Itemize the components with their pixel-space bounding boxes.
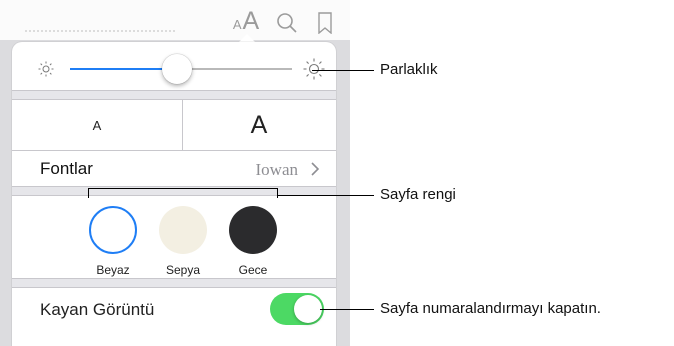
brightness-callout: Parlaklık [380,61,438,78]
search-icon[interactable] [274,6,300,34]
page-color-bracket-left [88,188,89,198]
brightness-slider-thumb[interactable] [161,54,192,84]
font-size-large-glyph: A [242,7,260,35]
page-text-hint [25,30,175,38]
theme-white-label: Beyaz [96,263,130,277]
font-size-small-glyph: A [232,17,242,32]
scrolling-view-toggle[interactable] [270,293,324,325]
chevron-right-icon [310,162,320,176]
brightness-slider-fill [70,68,177,70]
brightness-callout-line [312,70,374,71]
increase-font-button[interactable]: A [182,100,336,150]
scrolling-view-label: Kayan Görüntü [40,300,155,319]
bookmark-icon[interactable] [314,6,336,34]
font-size-icon[interactable]: A A [228,6,264,34]
section-divider [12,278,336,288]
appearance-popover: A A Fontlar Iowan Beyaz Sepya Gece Kayan… [12,42,336,346]
sun-large-icon [303,58,325,80]
theme-sepia-label: Sepya [165,263,201,277]
theme-sepia-button[interactable] [159,206,207,254]
toggle-callout: Sayfa numaralandırmayı kapatın. [380,300,601,317]
toggle-knob [294,295,322,323]
fonts-value: Iowan [255,160,298,179]
theme-white-button[interactable] [89,206,137,254]
fonts-row[interactable]: Fontlar Iowan [12,150,336,186]
page-color-callout: Sayfa rengi [380,186,456,203]
brightness-slider[interactable] [70,54,292,84]
page-color-bracket [88,188,278,189]
theme-night-label: Gece [238,263,268,277]
section-divider [12,90,336,100]
toggle-callout-line [320,309,374,310]
page-color-callout-line [278,195,374,196]
fonts-label: Fontlar [40,159,93,178]
decrease-font-button[interactable]: A [12,100,182,150]
theme-night-button[interactable] [229,206,277,254]
sun-small-icon [38,61,54,77]
page-color-bracket-right [277,188,278,198]
